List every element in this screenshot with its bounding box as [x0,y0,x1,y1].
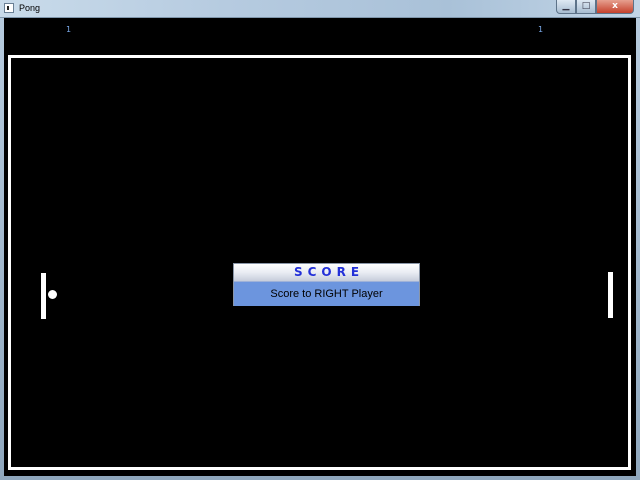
score-dialog-title: SCORE [234,264,419,281]
caption-buttons: ▁ □ x [556,0,634,15]
title-bar[interactable]: Pong ▁ □ x [0,0,640,18]
app-icon[interactable] [4,3,14,13]
game-area[interactable]: 1 1 SCORE Score to RIGHT Player [4,18,636,476]
left-paddle [41,273,46,319]
maximize-icon: □ [581,1,591,11]
pong-window: Pong ▁ □ x 1 1 SCORE Score to RIGHT Play… [0,0,640,480]
close-button[interactable]: x [596,0,634,14]
score-dialog[interactable]: SCORE Score to RIGHT Player [233,263,420,306]
right-player-score: 1 [538,25,544,34]
close-icon: x [612,1,618,11]
right-paddle [608,272,613,318]
minimize-icon: ▁ [562,1,570,11]
pong-court: SCORE Score to RIGHT Player [8,55,631,470]
score-dialog-message: Score to RIGHT Player [234,281,419,306]
window-title: Pong [19,3,41,13]
ball [48,290,57,299]
minimize-button[interactable]: ▁ [556,0,576,14]
left-player-score: 1 [66,25,72,34]
maximize-button[interactable]: □ [576,0,596,14]
